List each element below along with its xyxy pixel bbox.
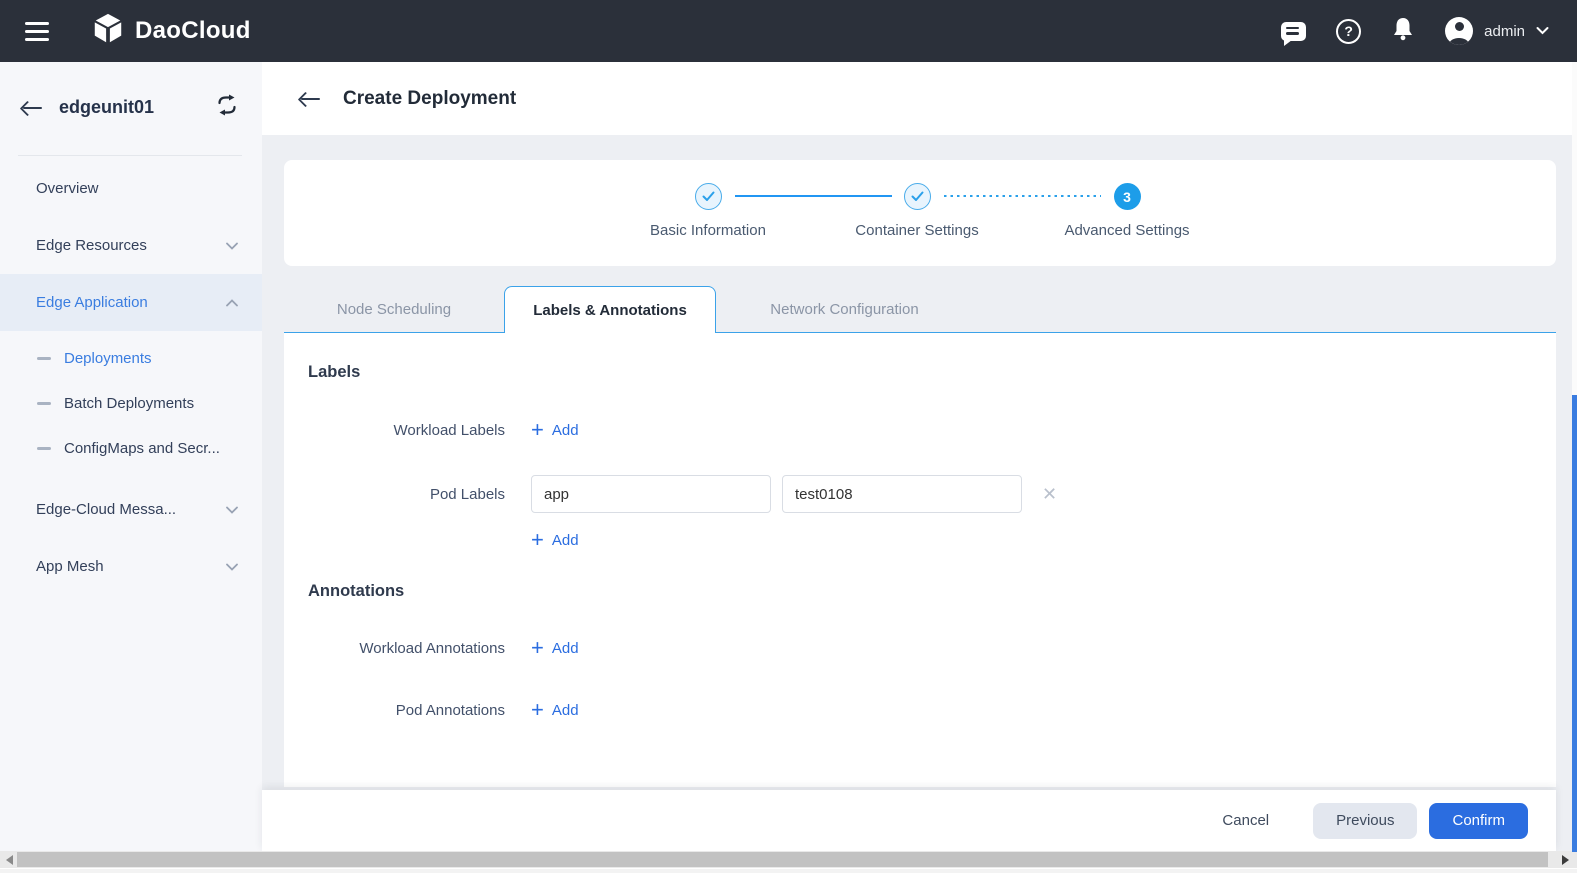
workload-annotations-add-button[interactable]: Add [531,637,579,659]
sidebar-divider [18,155,242,156]
step-container-settings[interactable]: Container Settings [802,183,1032,239]
pod-annotations-row: Pod Annotations Add [308,699,1532,721]
chevron-down-icon [226,237,238,254]
pod-annotations-label: Pod Annotations [308,702,505,719]
pod-labels-label: Pod Labels [308,486,505,503]
dash-icon [37,447,51,450]
dash-icon [37,357,51,360]
brand-text: DaoCloud [135,17,251,45]
labels-annotations-panel: Labels Workload Labels Add Pod Labels [284,333,1556,787]
plus-icon [531,699,544,721]
workload-annotations-label: Workload Annotations [308,640,505,657]
vertical-scrollbar[interactable] [1572,62,1577,852]
sidebar-item-edge-application[interactable]: Edge Application [0,274,262,331]
sidebar-subitem-deployments[interactable]: Deployments [0,336,262,381]
pod-label-key-input[interactable] [531,475,771,513]
plus-icon [531,419,544,441]
pod-annotations-add-button[interactable]: Add [531,699,579,721]
tab-labels-annotations[interactable]: Labels & Annotations [504,286,716,333]
topbar: DaoCloud admin [0,0,1577,62]
work-area: Basic Information Container Settings 3 A… [262,135,1577,787]
topbar-actions: admin [1281,16,1549,47]
help-icon[interactable] [1336,19,1361,44]
chevron-down-icon [226,558,238,575]
plus-icon [531,637,544,659]
pod-labels-add-row: Add [531,529,1532,552]
sidebar-subitem-configmaps-secrets[interactable]: ConfigMaps and Secr... [0,426,262,471]
workload-labels-add-button[interactable]: Add [531,419,579,441]
previous-button[interactable]: Previous [1313,803,1417,839]
tab-filler [973,286,1556,333]
sidebar-item-edge-cloud-messaging[interactable]: Edge-Cloud Messa... [0,481,262,538]
chevron-down-icon [226,501,238,518]
cube-icon [91,12,125,51]
tab-node-scheduling[interactable]: Node Scheduling [284,286,504,333]
bottom-strip [0,868,1577,873]
workload-labels-label: Workload Labels [308,422,505,439]
tab-network-configuration[interactable]: Network Configuration [716,286,973,333]
horizontal-scroll-thumb[interactable] [17,852,1548,867]
sidebar-subitem-batch-deployments[interactable]: Batch Deployments [0,381,262,426]
confirm-button[interactable]: Confirm [1429,803,1528,839]
step-basic-information[interactable]: Basic Information [593,183,823,239]
hamburger-menu-icon[interactable] [25,22,49,41]
sidebar: edgeunit01 Overview Edge Resources [0,62,262,851]
page-header: Create Deployment [262,62,1577,135]
page-back-button[interactable] [300,91,322,107]
user-menu[interactable]: admin [1445,17,1549,45]
username: admin [1484,23,1525,40]
check-icon [695,183,722,210]
sidebar-back-button[interactable] [22,100,44,116]
annotations-section-title: Annotations [308,582,1532,601]
notification-bell-icon[interactable] [1391,16,1415,47]
app-screen: DaoCloud admin [0,0,1577,873]
sidebar-item-overview[interactable]: Overview [0,160,262,217]
pod-label-value-input[interactable] [782,475,1022,513]
dash-icon [37,402,51,405]
plus-icon [531,529,544,551]
wizard-footer: Cancel Previous Confirm [262,790,1556,851]
chevron-down-icon [1536,22,1549,40]
tabs: Node Scheduling Labels & Annotations Net… [284,286,1556,333]
workload-annotations-row: Workload Annotations Add [308,637,1532,659]
chevron-up-icon [226,294,238,311]
check-icon [904,183,931,210]
unit-name: edgeunit01 [59,97,216,118]
scroll-left-arrow[interactable] [0,851,17,868]
switch-unit-icon[interactable] [216,94,238,121]
sidebar-header: edgeunit01 [0,62,262,141]
daocloud-logo[interactable]: DaoCloud [91,12,251,51]
main-area: Create Deployment Basic Information [262,62,1577,851]
remove-row-icon[interactable] [1042,485,1057,503]
sidebar-item-edge-resources[interactable]: Edge Resources [0,217,262,274]
stepper: Basic Information Container Settings 3 A… [284,160,1556,266]
scroll-right-arrow[interactable] [1557,851,1574,868]
message-icon[interactable] [1281,22,1306,41]
horizontal-scrollbar[interactable] [0,851,1577,868]
avatar-icon [1445,17,1473,45]
app-body: edgeunit01 Overview Edge Resources [0,62,1577,851]
edge-application-subitems: Deployments Batch Deployments ConfigMaps… [0,331,262,481]
step-number: 3 [1114,183,1141,210]
page-title: Create Deployment [343,88,516,110]
vertical-scroll-thumb[interactable] [1572,395,1577,852]
workload-labels-row: Workload Labels Add [308,419,1532,441]
pod-labels-add-button[interactable]: Add [531,529,579,551]
labels-section-title: Labels [308,363,1532,382]
sidebar-item-app-mesh[interactable]: App Mesh [0,538,262,595]
cancel-button[interactable]: Cancel [1204,803,1287,838]
step-advanced-settings[interactable]: 3 Advanced Settings [1012,183,1242,239]
pod-labels-row: Pod Labels [308,475,1532,513]
